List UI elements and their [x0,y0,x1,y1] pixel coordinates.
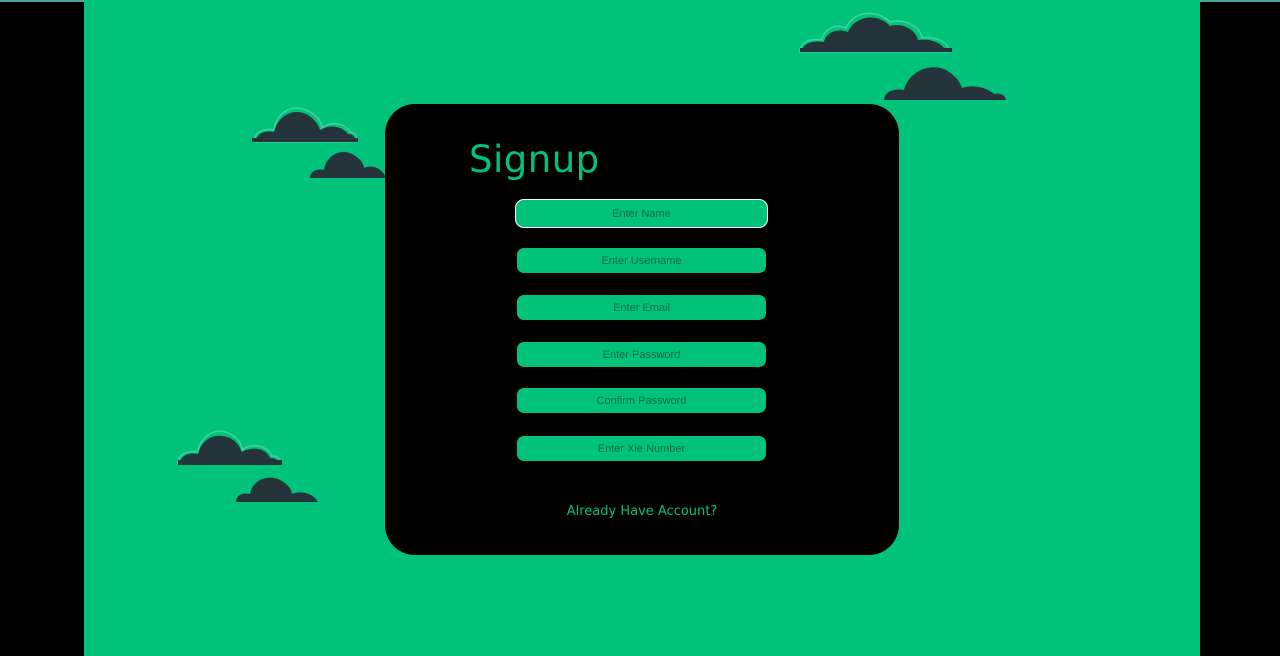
confirm-password-field[interactable] [517,388,766,413]
cloud-icon [177,430,282,465]
cloud-icon [799,12,952,53]
xie-number-field[interactable] [517,436,766,461]
cloud-icon [236,477,318,502]
login-link[interactable]: Already Have Account? [385,504,899,519]
cloud-icon [884,67,1006,100]
signup-card: Signup Already Have Account? [385,104,899,555]
cloud-icon [252,107,358,143]
username-field[interactable] [517,248,766,273]
page-title: Signup [469,138,600,181]
page-background: Signup Already Have Account? [84,0,1200,656]
email-field[interactable] [517,295,766,320]
name-field[interactable] [517,201,766,226]
cloud-icon [310,151,386,178]
password-field[interactable] [517,342,766,367]
